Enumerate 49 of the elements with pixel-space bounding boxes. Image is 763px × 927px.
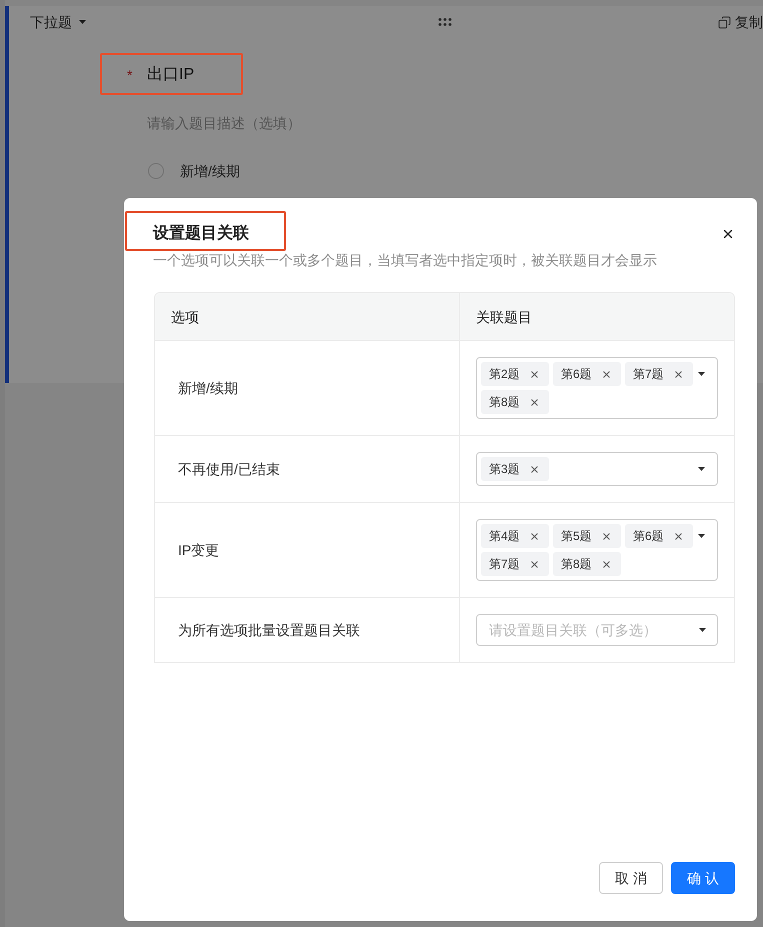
option-cell-text: 新增/续期: [178, 379, 238, 398]
cancel-button[interactable]: 取 消: [599, 862, 663, 894]
tag-label: 第4题: [489, 528, 520, 544]
close-icon[interactable]: [673, 530, 684, 542]
option-cell-text: 为所有选项批量设置题目关联: [178, 621, 360, 640]
close-icon[interactable]: [721, 227, 735, 241]
tag-label: 第6题: [561, 366, 592, 382]
radio-button[interactable]: [148, 163, 164, 179]
caret-down-icon: [698, 467, 705, 471]
caret-down-icon: [698, 534, 705, 538]
option-label: 新增/续期: [180, 162, 240, 181]
close-icon[interactable]: [601, 558, 612, 570]
question-type-dropdown[interactable]: 下拉题: [30, 12, 86, 32]
tag-label: 第5题: [561, 528, 592, 544]
drag-handle-icon[interactable]: [438, 18, 452, 26]
close-icon[interactable]: [529, 464, 540, 474]
copy-button[interactable]: 复制: [718, 12, 763, 32]
copy-icon: [718, 16, 731, 28]
column-header: 选项: [171, 308, 199, 326]
column-header: 关联题目: [476, 308, 532, 326]
caret-down-icon: [699, 628, 706, 632]
close-icon[interactable]: [601, 530, 612, 542]
confirm-button[interactable]: 确 认: [671, 862, 735, 894]
close-icon[interactable]: [529, 530, 540, 542]
option-cell-text: IP变更: [178, 541, 220, 560]
tag-label: 第3题: [489, 461, 520, 477]
question-title: 出口IP: [147, 64, 194, 85]
close-icon[interactable]: [529, 396, 540, 408]
dialog-subtitle: 一个选项可以关联一个或多个题目，当填写者选中指定项时，被关联题目才会显示: [152, 251, 658, 270]
tag-select-field[interactable]: 请设置题目关联（可多选）: [476, 614, 718, 646]
close-icon[interactable]: [673, 368, 684, 380]
tag-label: 第8题: [489, 394, 520, 410]
caret-down-icon: [79, 20, 86, 24]
close-icon[interactable]: [529, 368, 540, 380]
tag-label: 第2题: [489, 366, 520, 382]
tag-label: 第7题: [633, 366, 664, 382]
option-cell-text: 不再使用/已结束: [178, 460, 280, 479]
tag-select-field[interactable]: 第2题 第6题 第7题 第8题: [476, 357, 718, 419]
dialog-title: 设置题目关联: [153, 223, 249, 244]
required-asterisk: *: [127, 67, 134, 83]
close-icon[interactable]: [601, 368, 612, 380]
close-icon[interactable]: [529, 558, 540, 570]
tag-select-field[interactable]: 第4题 第5题 第6题 第7题 第8题: [476, 519, 718, 581]
tag-select-field[interactable]: 第3题: [476, 452, 718, 486]
tag-label: 第6题: [633, 528, 664, 544]
tag-label: 第7题: [489, 556, 520, 572]
description-field[interactable]: 请输入题目描述（选填）: [147, 114, 407, 134]
tag-label: 第8题: [561, 556, 592, 572]
caret-down-icon: [698, 372, 705, 376]
